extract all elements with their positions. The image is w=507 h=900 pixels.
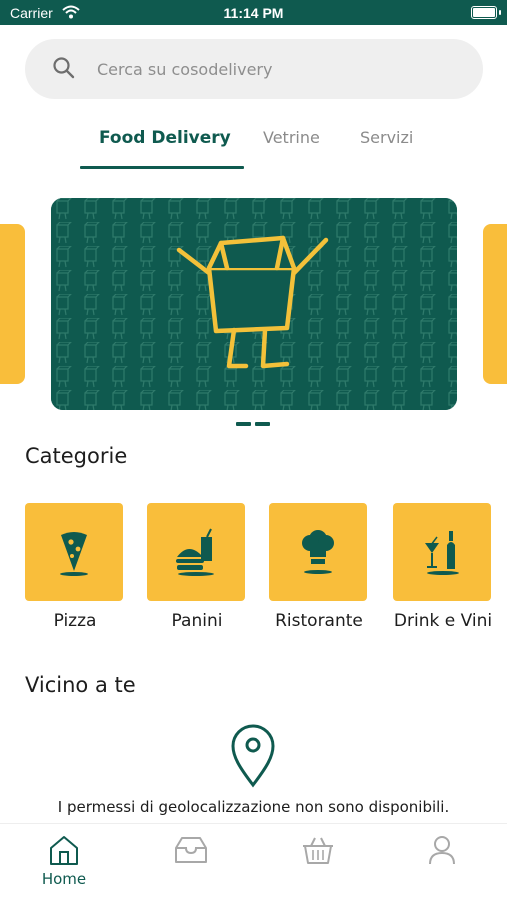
search-input[interactable] [97,54,457,84]
category-label: Drink e Vini [393,611,493,631]
nearby-heading: Vicino a te [25,673,136,697]
home-icon [50,836,78,865]
category-tile[interactable] [393,503,491,601]
category-label: Ristorante [275,611,363,631]
carousel-prev-slide[interactable] [0,224,25,384]
promo-banner[interactable] [51,198,457,410]
category-tile[interactable] [25,503,123,601]
category-tile[interactable] [269,503,367,601]
category-ristorante[interactable]: Ristorante [269,503,369,631]
carousel-dot[interactable] [236,422,251,426]
carousel-dot[interactable] [255,422,270,426]
banner-mascot-illustration [51,198,457,410]
geolocation-permission-message: I permessi di geolocalizzazione non sono… [57,798,450,816]
battery-icon [471,6,501,19]
top-tabs: Food Delivery Vetrine Servizi [0,120,507,172]
category-drink-e-vini[interactable]: Drink e Vini [393,503,493,631]
tabbar-orders[interactable] [161,834,221,894]
tabbar-home[interactable]: Home [34,834,94,894]
tab-food-delivery[interactable]: Food Delivery [99,128,231,148]
active-tab-indicator [80,166,244,169]
tabbar-profile[interactable] [412,834,472,894]
inbox-icon [175,837,207,863]
search-bar[interactable] [25,39,483,99]
category-label: Pizza [53,611,97,631]
tab-servizi[interactable]: Servizi [360,128,413,147]
carousel-next-slide[interactable] [483,224,507,384]
category-label: Panini [171,611,223,631]
tab-vetrine[interactable]: Vetrine [263,128,320,147]
search-icon [52,56,76,84]
tabbar-home-label: Home [41,870,87,888]
location-pin-icon [228,724,278,792]
basket-icon [303,837,333,864]
chef-hat-icon [302,530,334,574]
clock: 11:14 PM [223,5,284,21]
tabbar-cart[interactable] [288,834,348,894]
status-bar: Carrier 11:14 PM [0,0,507,25]
category-pizza[interactable]: Pizza [25,503,125,631]
bottom-tab-bar: Home [0,823,507,900]
categories-heading: Categorie [25,444,128,468]
wine-icon [425,531,459,575]
carousel-pagination [236,422,276,428]
category-tile[interactable] [147,503,245,601]
category-panini[interactable]: Panini [147,503,247,631]
pizza-icon [60,532,88,576]
burger-icon [176,528,214,576]
user-icon [429,836,455,865]
